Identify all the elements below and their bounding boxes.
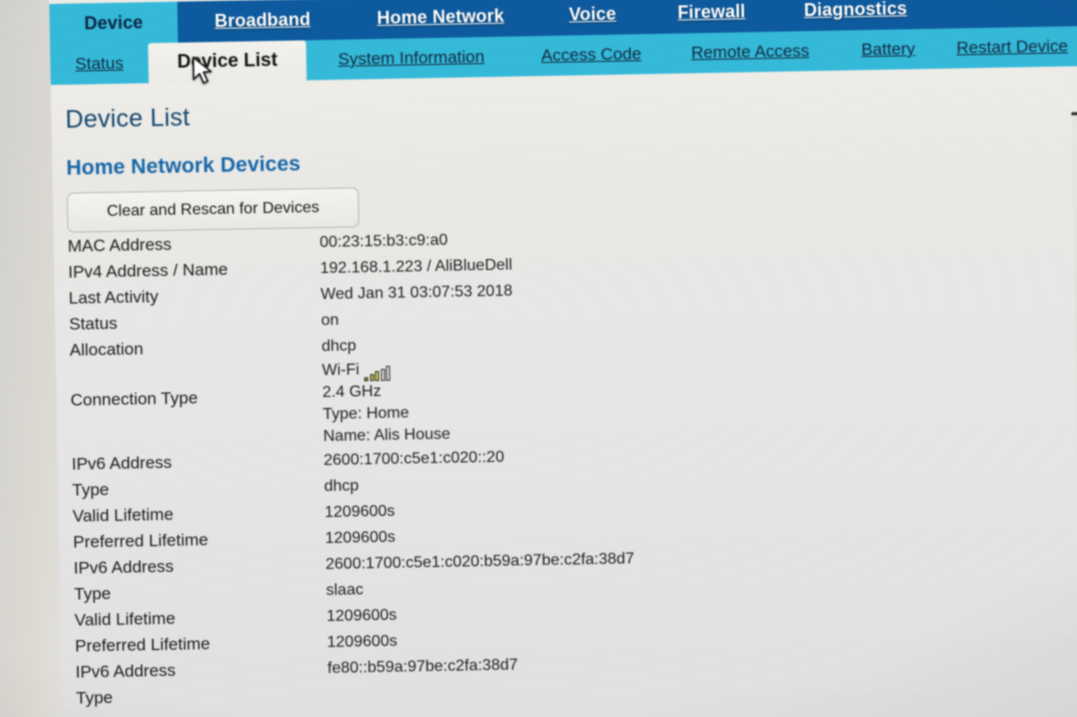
nav-item-device-list[interactable]: Device List	[147, 40, 307, 84]
nav-item-status[interactable]: Status	[50, 43, 149, 85]
nav-item-system-information[interactable]: System Information	[306, 36, 517, 80]
connection-interface: Wi-Fi	[321, 361, 360, 380]
nav-item-home-network[interactable]: Home Network	[347, 0, 534, 40]
row-label: Connection Type	[70, 388, 198, 410]
connection-type-row: Connection Type Wi-Fi 2.4 GHz Type: Home…	[70, 348, 971, 452]
nav-item-battery[interactable]: Battery	[834, 29, 943, 71]
nav-item-firewall[interactable]: Firewall	[651, 0, 772, 34]
nav-item-remote-access[interactable]: Remote Access	[666, 31, 835, 74]
photo-scene: Device Broadband Home Network Voice Firewall…	[0, 0, 1077, 717]
nav-item-diagnostics[interactable]: Diagnostics	[771, 0, 940, 32]
section-title: Home Network Devices	[66, 152, 301, 180]
wifi-signal-bars-icon	[364, 365, 391, 382]
clear-and-rescan-button[interactable]: Clear and Rescan for Devices	[66, 187, 360, 233]
nav-item-voice[interactable]: Voice	[533, 0, 652, 36]
nav-item-restart-device[interactable]: Restart Device	[942, 26, 1077, 69]
page-title: Device List	[65, 103, 191, 134]
nav-item-access-code[interactable]: Access Code	[516, 34, 667, 77]
row-label: Type	[75, 687, 113, 708]
device-detail-table: MAC Address 00:23:15:b3:c9:a0 IPv4 Addre…	[67, 218, 976, 712]
row-value: Wi-Fi 2.4 GHz Type: Home Name: Alis Hous…	[322, 348, 972, 448]
help-panel: Help The d Discov Device fresh s Conne H…	[1071, 108, 1077, 497]
nav-item-broadband[interactable]: Broadband	[177, 0, 348, 43]
monitor-screen: Device Broadband Home Network Voice Firewall…	[0, 0, 1077, 717]
nav-item-device[interactable]: Device	[49, 1, 178, 45]
page-content: Device List Home Network Devices Clear a…	[50, 65, 1077, 717]
